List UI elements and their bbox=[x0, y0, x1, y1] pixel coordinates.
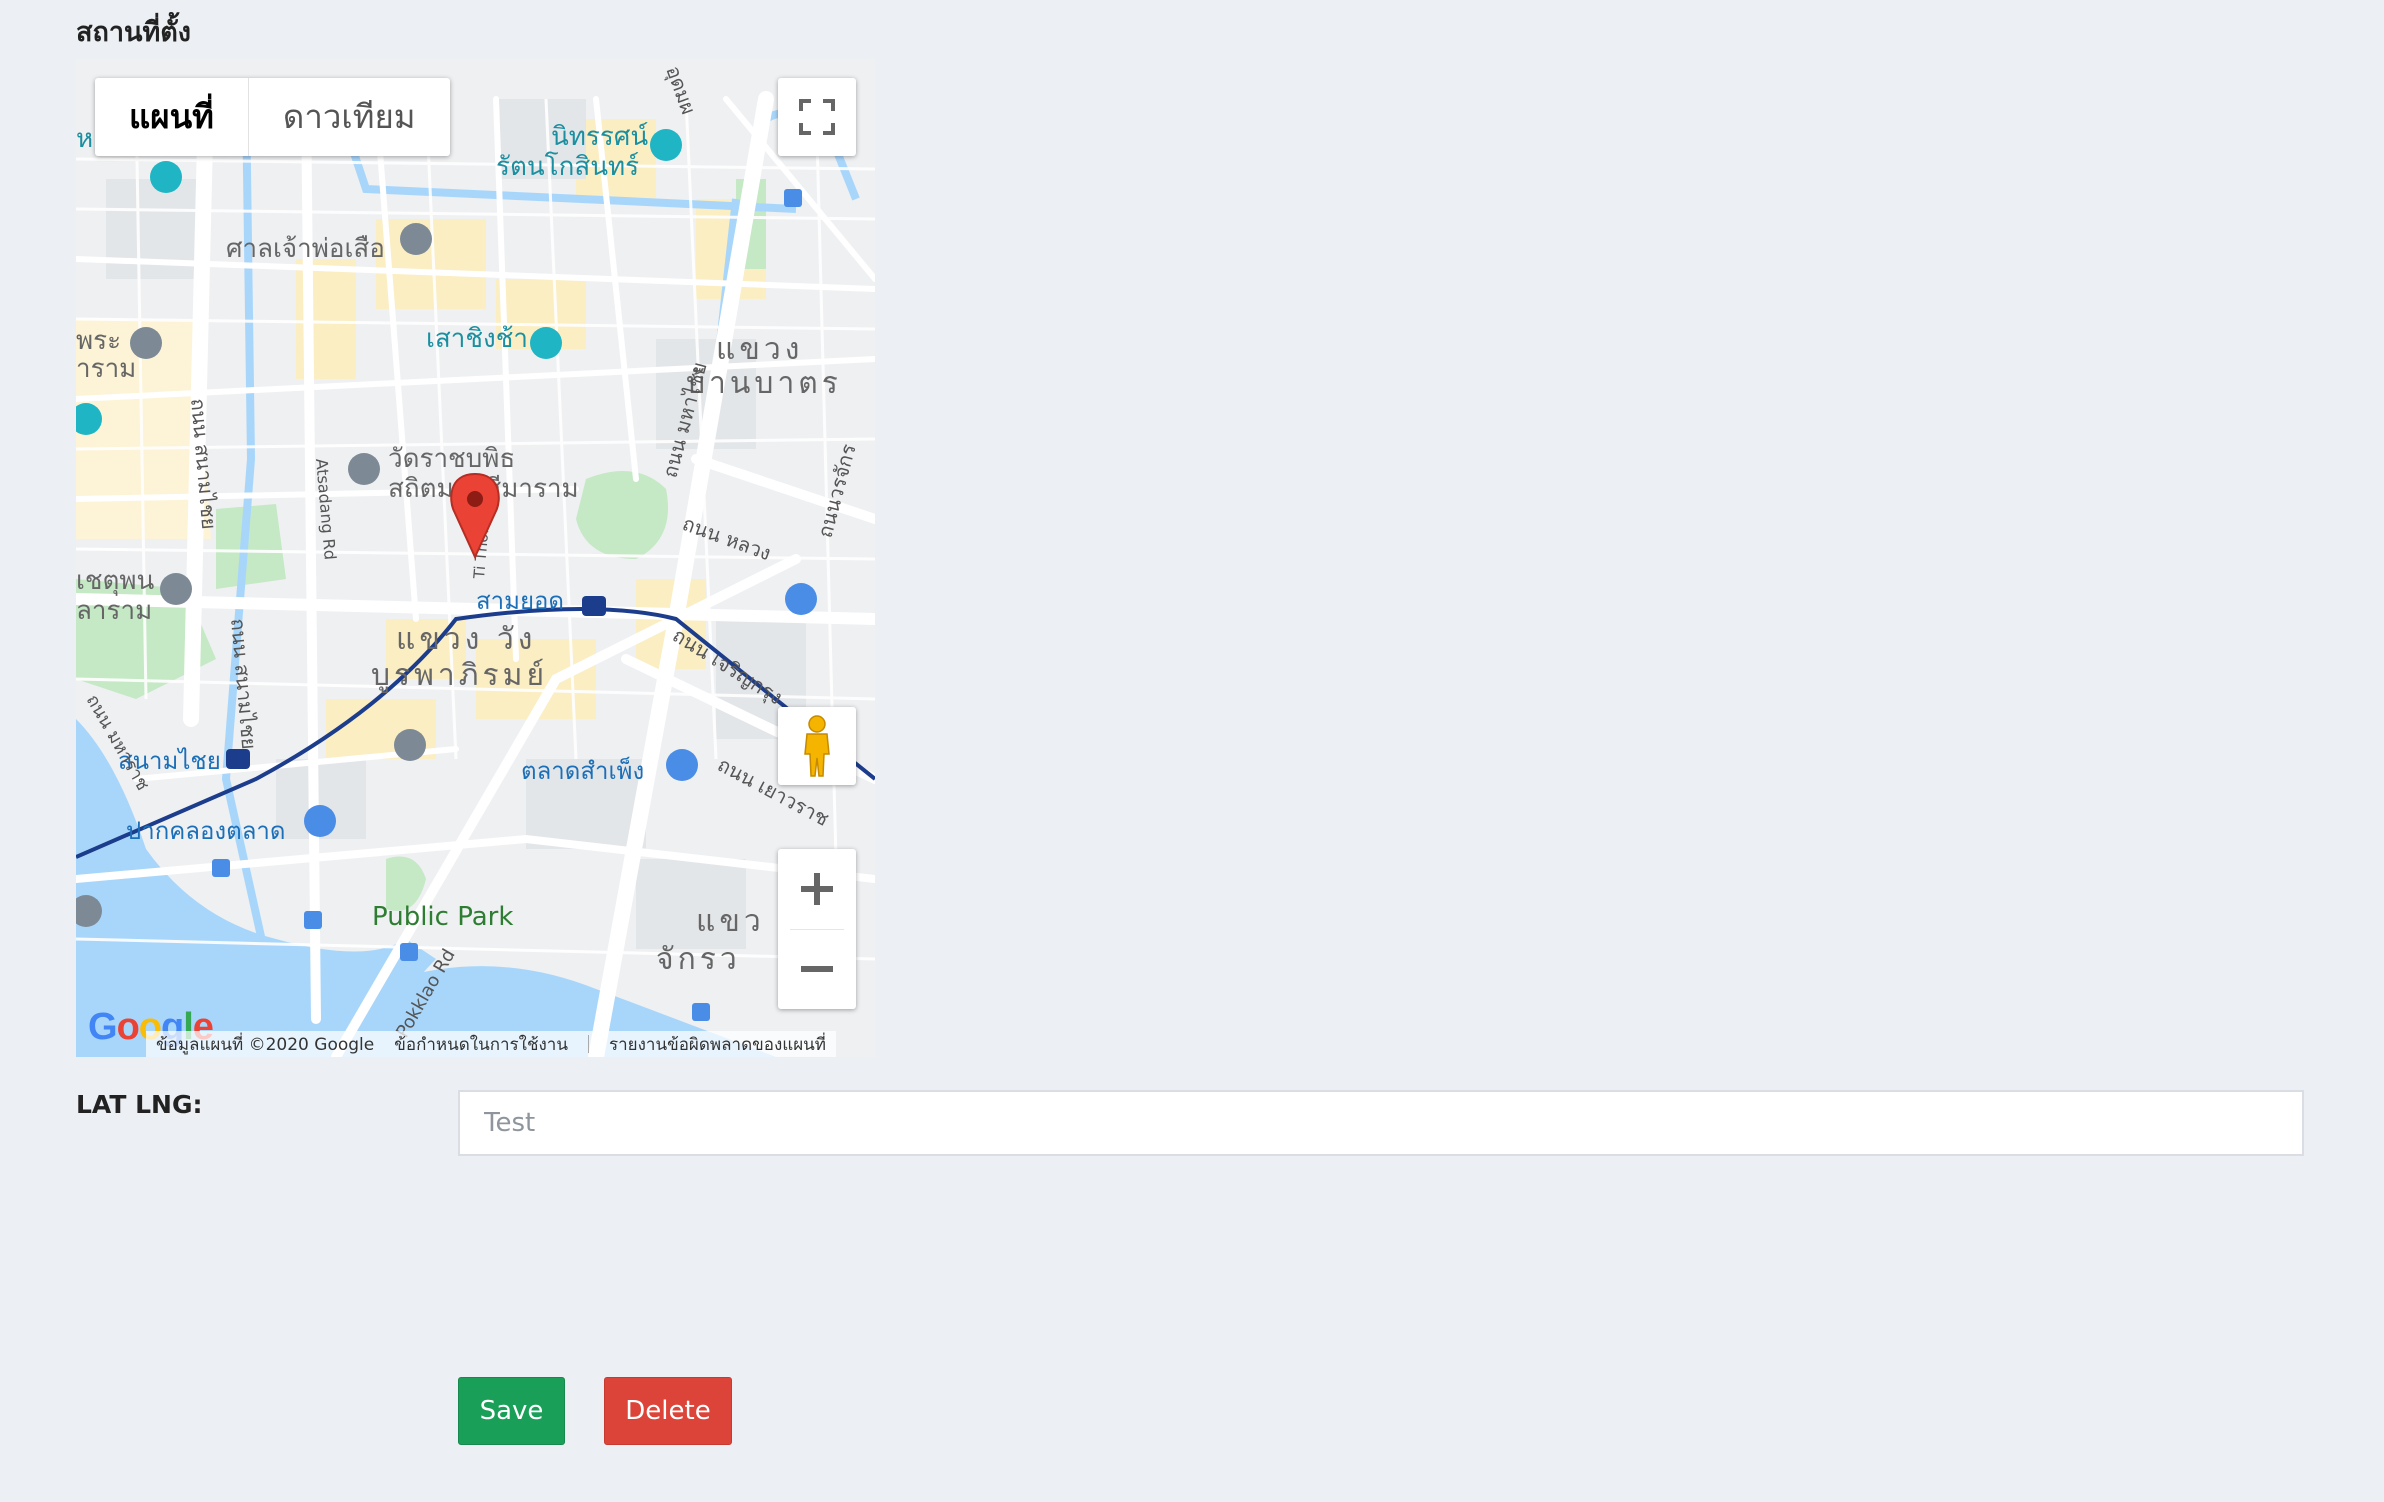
svg-text:ศาลเจ้าพ่อเสือ: ศาลเจ้าพ่อเสือ bbox=[226, 234, 385, 264]
svg-text:เชตุพน: เชตุพน bbox=[76, 566, 155, 596]
svg-text:าราม: าราม bbox=[76, 354, 136, 384]
svg-text:วัดราชบพิธ: วัดราชบพิธ bbox=[388, 444, 515, 474]
street-view-pegman[interactable] bbox=[778, 707, 856, 785]
svg-text:สามยอด: สามยอด bbox=[476, 587, 564, 615]
attribution-divider bbox=[587, 1035, 589, 1053]
zoom-out-button[interactable] bbox=[778, 930, 856, 1010]
latlng-input[interactable] bbox=[458, 1090, 2304, 1156]
minus-icon bbox=[801, 966, 833, 973]
fullscreen-button[interactable] bbox=[778, 78, 856, 156]
attribution-terms-link[interactable]: ข้อกำหนดในการใช้งาน bbox=[394, 1031, 568, 1058]
svg-text:รัตนโกสินทร์: รัตนโกสินทร์ bbox=[496, 151, 639, 182]
svg-text:Public Park: Public Park bbox=[372, 902, 513, 932]
map-type-satellite-button[interactable]: ดาวเทียม bbox=[249, 78, 450, 156]
svg-text:ปากคลองตลาด: ปากคลองตลาด bbox=[126, 817, 286, 845]
svg-text:บูรพาภิรมย์: บูรพาภิรมย์ bbox=[371, 658, 548, 693]
zoom-control bbox=[778, 849, 856, 1009]
save-button[interactable]: Save bbox=[458, 1377, 565, 1445]
map-type-control: แผนที่ ดาวเทียม bbox=[95, 78, 450, 156]
map-widget[interactable]: นิทรรศน์ รัตนโกสินทร์ เสาชิงช้า หลวง ศาล… bbox=[76, 59, 875, 1057]
map-canvas[interactable]: นิทรรศน์ รัตนโกสินทร์ เสาชิงช้า หลวง ศาล… bbox=[76, 59, 875, 1057]
svg-text:แขวง วัง: แขวง วัง bbox=[396, 622, 536, 657]
svg-text:จักรว: จักรว bbox=[656, 942, 741, 977]
delete-button[interactable]: Delete bbox=[604, 1377, 732, 1445]
svg-text:เสาชิงช้า: เสาชิงช้า bbox=[426, 324, 528, 354]
attribution-data: ข้อมูลแผนที่ ©2020 Google bbox=[156, 1034, 375, 1055]
svg-text:ลาราม: ลาราม bbox=[76, 596, 152, 626]
svg-text:แขว: แขว bbox=[696, 904, 765, 939]
plus-icon bbox=[801, 872, 833, 905]
svg-text:ตลาดสำเพ็ง: ตลาดสำเพ็ง bbox=[521, 756, 644, 785]
latlng-label: LAT LNG: bbox=[76, 1090, 203, 1119]
svg-text:นิทรรศน์: นิทรรศน์ bbox=[551, 122, 648, 152]
location-label: สถานที่ตั้ง bbox=[76, 17, 191, 48]
svg-text:แขวง: แขวง bbox=[716, 332, 803, 367]
svg-text:พระ: พระ bbox=[76, 326, 121, 356]
attribution-report-link[interactable]: รายงานข้อผิดพลาดของแผนที่ bbox=[609, 1031, 826, 1058]
pegman-icon bbox=[804, 715, 830, 777]
map-attribution: ข้อมูลแผนที่ ©2020 Google ข้อกำหนดในการใ… bbox=[146, 1031, 837, 1058]
fullscreen-icon bbox=[799, 99, 835, 135]
map-type-map-button[interactable]: แผนที่ bbox=[95, 78, 249, 156]
zoom-in-button[interactable] bbox=[778, 849, 856, 929]
